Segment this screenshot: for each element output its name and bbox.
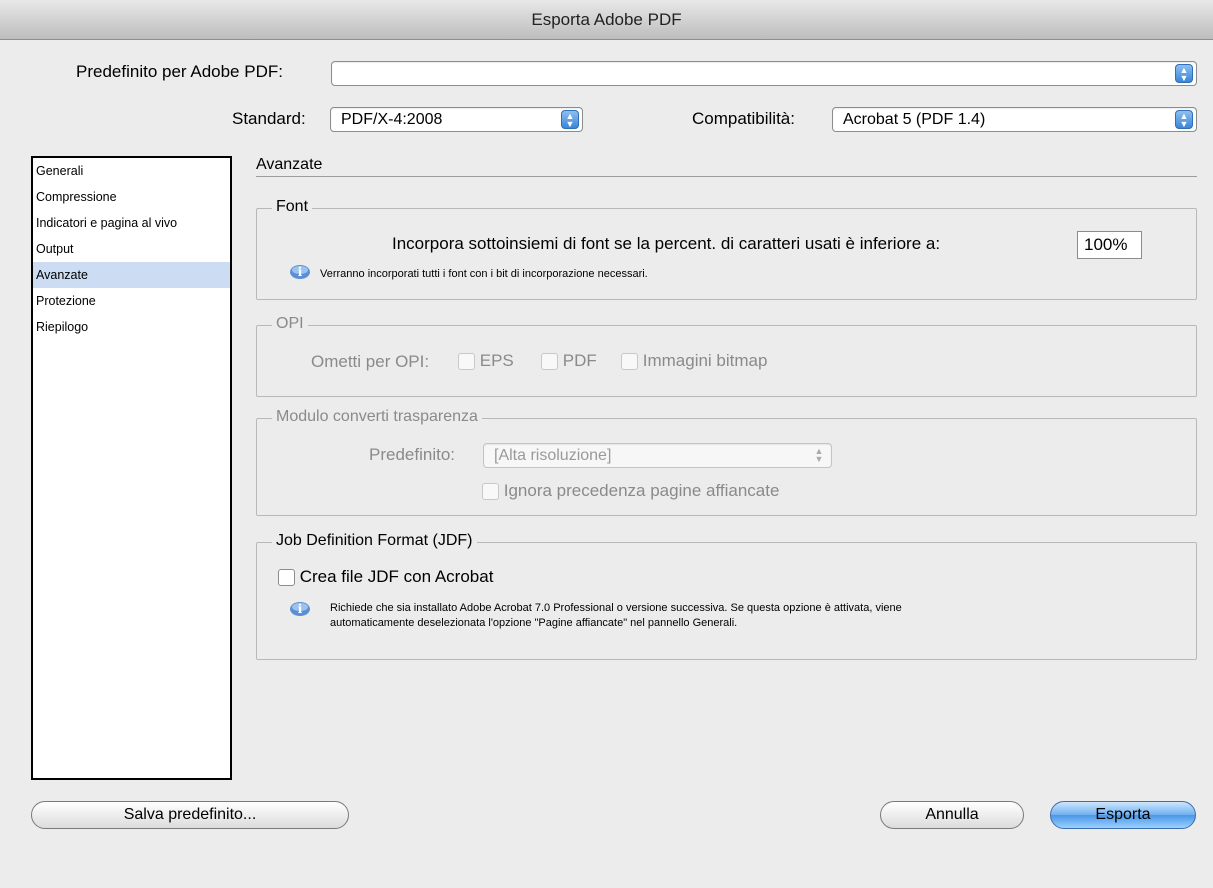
svg-text:i: i <box>298 265 303 279</box>
sidebar-item-protezione[interactable]: Protezione <box>33 288 230 314</box>
opi-bitmap-checkbox[interactable] <box>621 353 638 371</box>
compatibility-label: Compatibilità: <box>692 109 795 128</box>
panel-title: Avanzate <box>256 156 323 173</box>
window-title: Esporta Adobe PDF <box>0 0 1213 40</box>
flattener-group-legend: Modulo converti trasparenza <box>272 408 482 426</box>
sidebar-item-compressione[interactable]: Compressione <box>33 184 230 210</box>
font-group-legend: Font <box>272 198 313 216</box>
info-icon: i <box>290 602 310 616</box>
ignore-spread-override-checkbox[interactable] <box>482 483 499 501</box>
preset-label: Predefinito per Adobe PDF: <box>76 62 283 81</box>
opi-pdf-option[interactable]: PDF <box>541 351 597 371</box>
category-list: Generali Compressione Indicatori e pagin… <box>31 156 232 780</box>
up-down-arrows-icon: ▲ ▼ <box>1175 110 1193 129</box>
sidebar-item-generali[interactable]: Generali <box>33 158 230 184</box>
panel-title-divider <box>256 176 1197 177</box>
compatibility-value: Acrobat 5 (PDF 1.4) <box>843 111 986 128</box>
jdf-info-line-1: Richiede che sia installato Adobe Acroba… <box>330 602 902 614</box>
opi-bitmap-option[interactable]: Immagini bitmap <box>621 351 767 371</box>
create-jdf-checkbox[interactable] <box>278 569 295 587</box>
preset-select[interactable]: ▲ ▼ <box>331 61 1197 86</box>
svg-text:i: i <box>298 602 303 616</box>
opi-pdf-label: PDF <box>562 351 597 370</box>
sidebar-item-riepilogo[interactable]: Riepilogo <box>33 314 230 340</box>
ignore-spread-override-label: Ignora precedenza pagine affiancate <box>503 481 780 500</box>
opi-group-legend: OPI <box>272 315 308 333</box>
sidebar-item-indicatori[interactable]: Indicatori e pagina al vivo <box>33 210 230 236</box>
opi-eps-checkbox[interactable] <box>458 353 475 371</box>
opi-omit-label: Ometti per OPI: <box>311 352 430 371</box>
font-info-text: Verranno incorporati tutti i font con i … <box>320 268 648 280</box>
flattener-preset-value: [Alta risoluzione] <box>494 447 612 464</box>
opi-bitmap-label: Immagini bitmap <box>642 351 768 370</box>
create-jdf-label: Crea file JDF con Acrobat <box>299 567 494 586</box>
sidebar-item-output[interactable]: Output <box>33 236 230 262</box>
jdf-info-line-2: automaticamente deselezionata l'opzione … <box>330 617 738 629</box>
font-subset-label: Incorpora sottoinsiemi di font se la per… <box>392 234 941 253</box>
info-icon: i <box>290 265 310 279</box>
jdf-group-legend: Job Definition Format (JDF) <box>272 532 477 550</box>
up-down-arrows-icon: ▲ ▼ <box>814 446 824 464</box>
ignore-spread-override-option[interactable]: Ignora precedenza pagine affiancate <box>482 481 779 501</box>
up-down-arrows-icon: ▲ ▼ <box>561 110 579 129</box>
compatibility-select[interactable]: Acrobat 5 (PDF 1.4) ▲ ▼ <box>832 107 1197 132</box>
standard-label: Standard: <box>232 109 306 128</box>
cancel-button[interactable]: Annulla <box>880 801 1024 829</box>
flattener-preset-select[interactable]: [Alta risoluzione] ▲ ▼ <box>483 443 832 468</box>
export-dialog: Predefinito per Adobe PDF: ▲ ▼ Standard: … <box>0 40 1213 888</box>
opi-eps-option[interactable]: EPS <box>458 351 514 371</box>
flattener-preset-label: Predefinito: <box>369 445 455 464</box>
export-button[interactable]: Esporta <box>1050 801 1196 829</box>
up-down-arrows-icon: ▲ ▼ <box>1175 64 1193 83</box>
font-group <box>256 208 1197 300</box>
opi-eps-label: EPS <box>479 351 514 370</box>
opi-pdf-checkbox[interactable] <box>541 353 558 371</box>
save-preset-button[interactable]: Salva predefinito... <box>31 801 349 829</box>
font-subset-percent-input[interactable]: 100% <box>1077 231 1142 259</box>
standard-value: PDF/X-4:2008 <box>341 111 443 128</box>
create-jdf-option[interactable]: Crea file JDF con Acrobat <box>278 567 493 587</box>
sidebar-item-avanzate[interactable]: Avanzate <box>33 262 230 288</box>
standard-select[interactable]: PDF/X-4:2008 ▲ ▼ <box>330 107 583 132</box>
